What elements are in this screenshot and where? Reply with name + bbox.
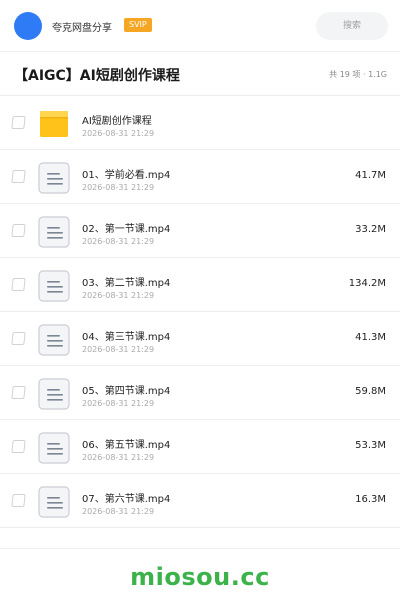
file-row[interactable]: 03、第二节课.mp4 2026-08-31 21:29 134.2M [0, 258, 400, 312]
file-name: 07、第六节课.mp4 [82, 494, 171, 505]
file-date: 2026-08-31 21:29 [82, 507, 155, 516]
file-name: 01、学前必看.mp4 [82, 170, 171, 181]
select-checkbox[interactable] [11, 116, 26, 129]
file-name: AI短剧创作课程 [82, 116, 152, 127]
file-row[interactable]: 01、学前必看.mp4 2026-08-31 21:29 41.7M [0, 150, 400, 204]
file-name: 03、第二节课.mp4 [82, 278, 171, 289]
file-size: 41.3M [355, 332, 386, 343]
file-date: 2026-08-31 21:29 [82, 183, 155, 192]
item-summary: 共 19 项 · 1.1G [329, 70, 387, 79]
file-list: AI短剧创作课程 2026-08-31 21:29 01、学前必看.mp4 20… [0, 96, 400, 528]
file-size: 33.2M [355, 224, 386, 235]
app-header: 夸克网盘分享 SVIP [0, 0, 400, 52]
file-date: 2026-08-31 21:29 [82, 399, 155, 408]
document-icon [38, 270, 70, 302]
search-input[interactable] [316, 12, 388, 40]
select-checkbox[interactable] [11, 224, 26, 237]
file-row[interactable]: 07、第六节课.mp4 2026-08-31 21:29 16.3M [0, 474, 400, 528]
document-icon [38, 162, 70, 194]
document-icon [38, 486, 70, 518]
file-row[interactable]: 02、第一节课.mp4 2026-08-31 21:29 33.2M [0, 204, 400, 258]
folder-icon [38, 108, 70, 140]
select-checkbox[interactable] [11, 332, 26, 345]
svip-badge: SVIP [124, 18, 152, 32]
file-name: 05、第四节课.mp4 [82, 386, 171, 397]
document-icon [38, 432, 70, 464]
select-checkbox[interactable] [11, 494, 26, 507]
file-size: 59.8M [355, 386, 386, 397]
file-size: 134.2M [348, 278, 386, 289]
select-checkbox[interactable] [11, 278, 26, 291]
file-name: 04、第三节课.mp4 [82, 332, 171, 343]
file-row[interactable]: 05、第四节课.mp4 2026-08-31 21:29 59.8M [0, 366, 400, 420]
select-checkbox[interactable] [11, 440, 26, 453]
select-checkbox[interactable] [11, 170, 26, 183]
select-checkbox[interactable] [11, 386, 26, 399]
watermark-text: miosou.cc [130, 563, 270, 591]
file-date: 2026-08-31 21:29 [82, 291, 155, 300]
document-icon [38, 324, 70, 356]
file-date: 2026-08-31 21:29 [82, 345, 155, 354]
document-icon [38, 378, 70, 410]
file-date: 2026-08-31 21:29 [82, 129, 155, 138]
file-date: 2026-08-31 21:29 [82, 237, 155, 246]
file-size: 41.7M [355, 170, 386, 181]
footer: miosou.cc [0, 548, 400, 600]
file-size: 16.3M [355, 494, 386, 505]
folder-header: 【AIGC】AI短剧创作课程 共 19 项 · 1.1G [0, 52, 400, 96]
file-row[interactable]: AI短剧创作课程 2026-08-31 21:29 [0, 96, 400, 150]
file-name: 06、第五节课.mp4 [82, 440, 171, 451]
file-date: 2026-08-31 21:29 [82, 453, 155, 462]
avatar[interactable] [14, 12, 42, 40]
page-title: 【AIGC】AI短剧创作课程 [14, 68, 180, 84]
document-icon [38, 216, 70, 248]
file-row[interactable]: 06、第五节课.mp4 2026-08-31 21:29 53.3M [0, 420, 400, 474]
file-size: 53.3M [355, 440, 386, 451]
file-name: 02、第一节课.mp4 [82, 224, 171, 235]
brand-name: 夸克网盘分享 [52, 23, 112, 34]
file-row[interactable]: 04、第三节课.mp4 2026-08-31 21:29 41.3M [0, 312, 400, 366]
